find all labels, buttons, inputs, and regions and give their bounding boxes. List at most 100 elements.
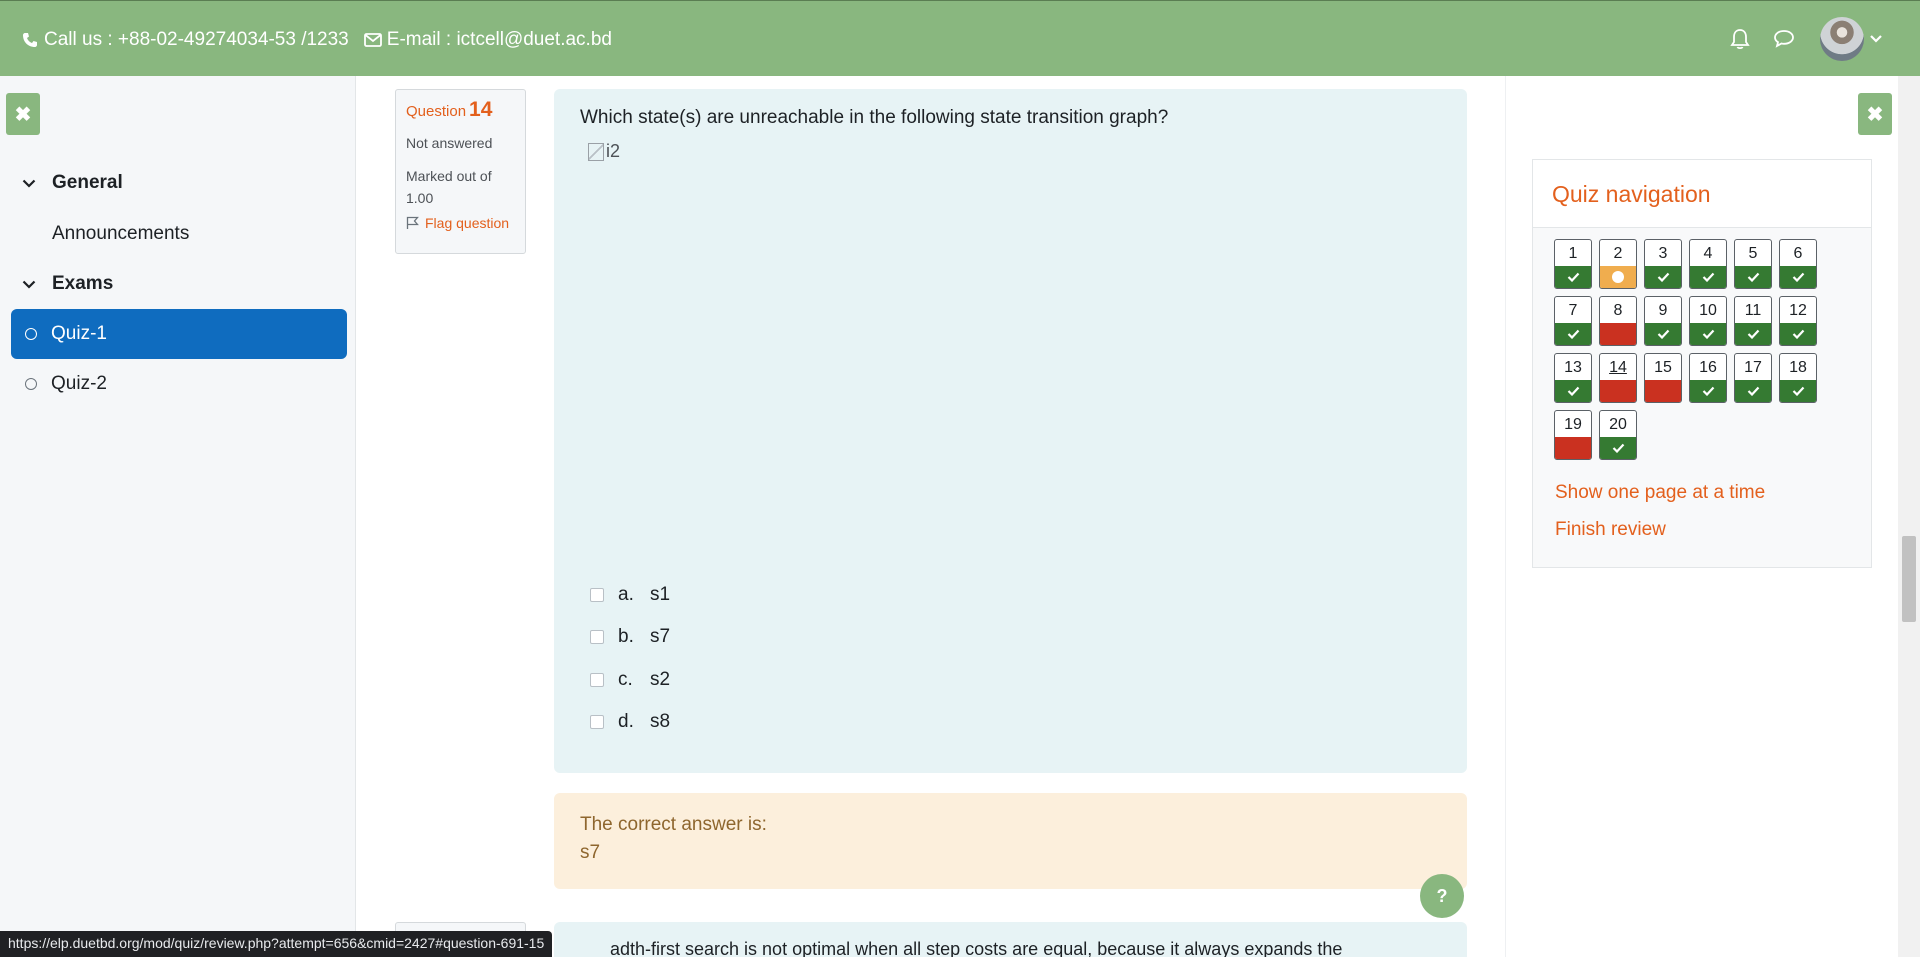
quiz-nav-button-14[interactable]: 14 xyxy=(1599,353,1637,403)
quiz-nav-number: 20 xyxy=(1609,416,1627,433)
nav-item-announcements[interactable]: Announcements xyxy=(52,223,189,245)
answer-letter: b. xyxy=(618,626,634,647)
answer-checkbox[interactable] xyxy=(590,630,604,644)
phone-label: Call us : +88-02-49274034-53 /1233 xyxy=(44,29,349,50)
check-icon xyxy=(1792,386,1804,396)
question-prefix: Question xyxy=(406,103,467,120)
quiz-nav-number: 3 xyxy=(1658,245,1668,262)
quiz-nav-button-2[interactable]: 2 xyxy=(1599,239,1637,289)
quiz-nav-button-12[interactable]: 12 xyxy=(1779,296,1817,346)
check-icon xyxy=(1747,272,1759,282)
finish-review-link[interactable]: Finish review xyxy=(1555,519,1666,541)
correct-answer-feedback: The correct answer is: s7 xyxy=(554,793,1467,889)
quiz-nav-button-17[interactable]: 17 xyxy=(1734,353,1772,403)
nav-item-quiz-2[interactable]: Quiz-2 xyxy=(11,359,347,409)
quiz-nav-status-correct xyxy=(1780,323,1816,345)
phone-icon xyxy=(20,30,40,50)
close-drawer-button[interactable]: ✖ xyxy=(6,93,40,135)
quiz-nav-button-3[interactable]: 3 xyxy=(1644,239,1682,289)
check-icon xyxy=(1567,272,1579,282)
bell-icon[interactable] xyxy=(1718,17,1762,61)
question-content: Which state(s) are unreachable in the fo… xyxy=(554,89,1467,773)
answer-text: s7 xyxy=(650,626,671,647)
answer-checkbox[interactable] xyxy=(590,588,604,602)
next-question-text: adth-first search is not optimal when al… xyxy=(610,939,1343,957)
section-general[interactable]: General xyxy=(22,172,123,194)
grade-line-2: 1.00 xyxy=(406,190,434,206)
quiz-nav-button-15[interactable]: 15 xyxy=(1644,353,1682,403)
quiz-nav-status-correct xyxy=(1780,266,1816,288)
quiz-nav-number: 10 xyxy=(1699,302,1717,319)
answer-option-d[interactable]: d. s8 xyxy=(590,711,670,733)
quiz-nav-number: 2 xyxy=(1613,245,1623,262)
quiz-nav-button-7[interactable]: 7 xyxy=(1554,296,1592,346)
quiz-nav-number: 12 xyxy=(1789,302,1807,319)
close-blocks-drawer-button[interactable]: ✖ xyxy=(1858,93,1892,135)
answer-checkbox[interactable] xyxy=(590,673,604,687)
next-question-content: adth-first search is not optimal when al… xyxy=(554,922,1467,957)
answer-option-c[interactable]: c. s2 xyxy=(590,669,670,691)
top-header-bar: Call us : +88-02-49274034-53 /1233 E-mai… xyxy=(0,0,1920,76)
quiz-nav-button-8[interactable]: 8 xyxy=(1599,296,1637,346)
quiz-nav-status-correct xyxy=(1555,380,1591,402)
answer-letter: d. xyxy=(618,711,634,732)
quiz-nav-status-correct xyxy=(1555,266,1591,288)
quiz-nav-number: 5 xyxy=(1748,245,1758,262)
email-label: E-mail : ictcell@duet.ac.bd xyxy=(386,29,612,50)
check-icon xyxy=(1702,386,1714,396)
section-general-label: General xyxy=(52,172,123,193)
quiz-nav-button-5[interactable]: 5 xyxy=(1734,239,1772,289)
quiz-nav-button-20[interactable]: 20 xyxy=(1599,410,1637,460)
answer-option-a[interactable]: a. s1 xyxy=(590,584,670,606)
quiz-nav-button-9[interactable]: 9 xyxy=(1644,296,1682,346)
flag-question-button[interactable]: Flag question xyxy=(406,215,515,231)
check-icon xyxy=(1747,329,1759,339)
answer-text: s8 xyxy=(650,711,671,732)
close-icon: ✖ xyxy=(14,103,32,126)
quiz-nav-button-16[interactable]: 16 xyxy=(1689,353,1727,403)
nav-item-quiz-1[interactable]: Quiz-1 xyxy=(11,309,347,359)
quiz-nav-status-correct xyxy=(1690,266,1726,288)
quiz-nav-button-11[interactable]: 11 xyxy=(1734,296,1772,346)
nav-item-label: Quiz-1 xyxy=(51,323,107,344)
chevron-down-icon[interactable] xyxy=(1870,30,1882,48)
check-icon xyxy=(1702,329,1714,339)
quiz-nav-number: 6 xyxy=(1793,245,1803,262)
quiz-nav-button-19[interactable]: 19 xyxy=(1554,410,1592,460)
quiz-nav-number: 19 xyxy=(1564,416,1582,433)
quiz-nav-status-incorrect xyxy=(1600,323,1636,345)
check-icon xyxy=(1567,329,1579,339)
check-icon xyxy=(1612,443,1624,453)
quiz-nav-number: 14 xyxy=(1609,359,1627,376)
scrollbar-track[interactable] xyxy=(1898,76,1920,957)
browser-status-bar: https://elp.duetbd.org/mod/quiz/review.p… xyxy=(0,931,553,957)
section-exams[interactable]: Exams xyxy=(22,273,113,295)
help-button[interactable]: ? xyxy=(1420,874,1464,918)
quiz-nav-number: 15 xyxy=(1654,359,1672,376)
quiz-nav-button-10[interactable]: 10 xyxy=(1689,296,1727,346)
quiz-nav-button-1[interactable]: 1 xyxy=(1554,239,1592,289)
quiz-nav-button-18[interactable]: 18 xyxy=(1779,353,1817,403)
answer-checkbox[interactable] xyxy=(590,715,604,729)
answer-text: s1 xyxy=(650,584,671,605)
answer-option-b[interactable]: b. s7 xyxy=(590,626,670,648)
chat-icon[interactable] xyxy=(1762,17,1806,61)
quiz-nav-button-13[interactable]: 13 xyxy=(1554,353,1592,403)
quiz-nav-number: 18 xyxy=(1789,359,1807,376)
quiz-nav-button-4[interactable]: 4 xyxy=(1689,239,1727,289)
scrollbar-thumb[interactable] xyxy=(1902,536,1916,622)
quiz-nav-number: 8 xyxy=(1613,302,1623,319)
nav-item-label: Quiz-2 xyxy=(51,373,107,394)
check-icon xyxy=(1792,272,1804,282)
quiz-nav-status-incorrect xyxy=(1645,380,1681,402)
avatar[interactable] xyxy=(1820,17,1864,61)
feedback-label: The correct answer is: xyxy=(580,814,767,835)
partial-dot-icon xyxy=(1612,271,1624,283)
quiz-nav-button-6[interactable]: 6 xyxy=(1779,239,1817,289)
check-icon xyxy=(1567,386,1579,396)
quiz-nav-number: 17 xyxy=(1744,359,1762,376)
show-one-page-link[interactable]: Show one page at a time xyxy=(1555,482,1765,504)
question-number-value: 14 xyxy=(469,98,493,121)
broken-image-icon xyxy=(588,142,604,161)
check-icon xyxy=(1657,329,1669,339)
